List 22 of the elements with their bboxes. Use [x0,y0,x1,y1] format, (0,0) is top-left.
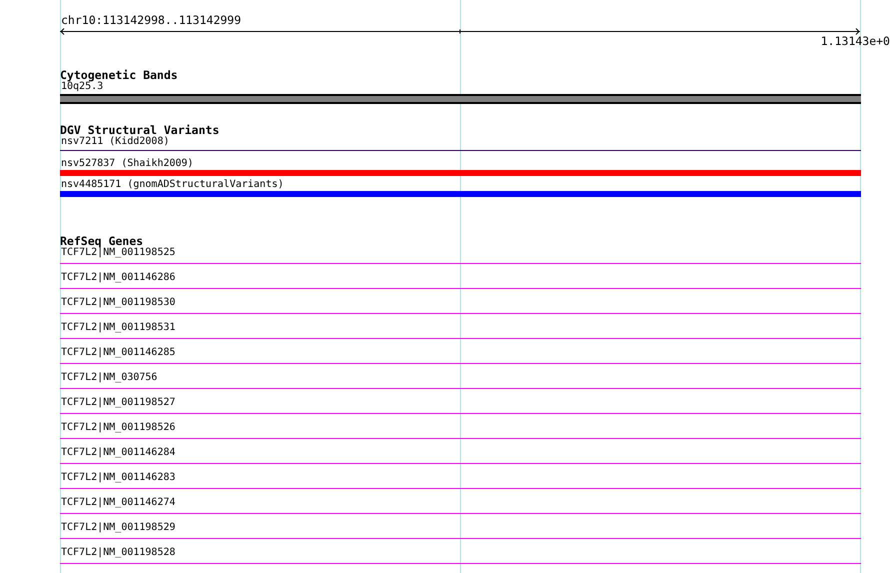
gene-label: TCF7L2|NM_001146284 [60,447,176,459]
gene-label: TCF7L2|NM_030756 [60,372,158,384]
variant-label: nsv527837 (Shaikh2009) [60,158,194,170]
gene-label: TCF7L2|NM_001198530 [60,297,176,309]
gene-label: TCF7L2|NM_001198526 [60,422,176,434]
track-title: RefSeq Genes [60,235,144,247]
gene-label: TCF7L2|NM_001146283 [60,472,176,484]
track-title: Cytogenetic Bands [60,69,179,81]
tick-label: 1.13143e+0 [820,35,890,47]
gene-label: TCF7L2|NM_001198528 [60,547,176,559]
region-range: chr10:113142998..113142999 [60,14,242,26]
gene-label: TCF7L2|NM_001198531 [60,322,176,334]
band-label: 10q25.3 [61,81,104,93]
gene-label: TCF7L2|NM_001146285 [60,347,176,359]
variant-label: nsv4485171 (gnomADStructuralVariants) [60,179,285,191]
variant-label: nsv7211 (Kidd2008) [60,136,170,148]
gene-label: TCF7L2|NM_001198527 [60,397,176,409]
gene-label: TCF7L2|NM_001146286 [60,272,176,284]
gene-label: TCF7L2|NM_001146274 [60,497,176,509]
track-title: DGV Structural Variants [60,124,220,136]
gene-label: TCF7L2|NM_001198525 [61,247,176,259]
gene-label: TCF7L2|NM_001198529 [60,522,176,534]
